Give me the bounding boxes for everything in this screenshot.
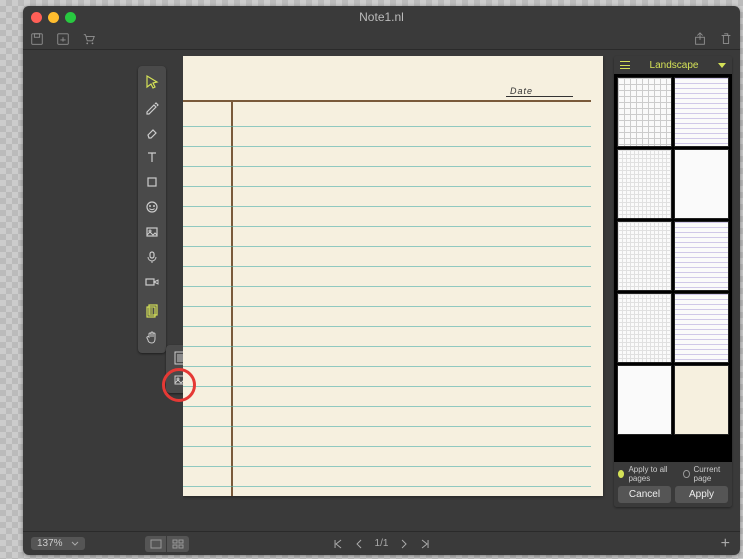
template-thumb[interactable] <box>675 78 728 146</box>
app-window: Note1.nl <box>23 6 740 555</box>
shape-tool[interactable] <box>140 170 164 194</box>
template-panel-footer: Apply to all pages Current page Cancel A… <box>614 462 732 507</box>
template-thumb[interactable] <box>618 366 671 434</box>
radio-apply-all-label: Apply to all pages <box>628 465 675 483</box>
hand-tool[interactable] <box>140 325 164 349</box>
text-tool[interactable] <box>140 145 164 169</box>
prev-page-button[interactable] <box>355 539 363 549</box>
template-thumb[interactable] <box>675 222 728 290</box>
apply-scope: Apply to all pages Current page <box>618 465 728 483</box>
cart-icon[interactable] <box>81 31 97 47</box>
first-page-button[interactable] <box>333 539 343 549</box>
template-panel-header[interactable]: Landscape <box>614 56 732 74</box>
toolbar-left <box>29 31 97 47</box>
window-controls <box>31 12 76 23</box>
close-window-button[interactable] <box>31 12 42 23</box>
tool-palette <box>138 66 166 353</box>
template-thumb[interactable] <box>675 366 728 434</box>
template-thumb[interactable] <box>618 222 671 290</box>
apply-button[interactable]: Apply <box>675 486 728 503</box>
template-tool[interactable] <box>140 300 164 324</box>
template-panel: Landscape Apply to all pages <box>614 56 732 507</box>
video-tool[interactable] <box>140 270 164 294</box>
page-header-rule <box>183 100 591 102</box>
main-area: Date Landscape <box>23 50 740 531</box>
save-icon[interactable] <box>29 31 45 47</box>
pager: 1/1 <box>333 538 431 549</box>
grid-view-button[interactable] <box>167 536 189 552</box>
menu-icon[interactable] <box>620 61 630 69</box>
pen-tool[interactable] <box>140 95 164 119</box>
next-page-button[interactable] <box>400 539 408 549</box>
minimize-window-button[interactable] <box>48 12 59 23</box>
page-lines <box>183 126 591 496</box>
eraser-tool[interactable] <box>140 120 164 144</box>
canvas[interactable]: Date <box>183 56 610 507</box>
toolbar <box>23 28 740 50</box>
template-grid <box>614 74 732 462</box>
zoom-value: 137% <box>37 538 63 549</box>
page-indicator: 1/1 <box>375 538 389 549</box>
chevron-down-icon <box>71 540 79 548</box>
note-page[interactable]: Date <box>183 56 603 496</box>
view-mode-buttons <box>145 536 189 552</box>
titlebar: Note1.nl <box>23 6 740 28</box>
template-thumb[interactable] <box>618 294 671 362</box>
date-label: Date <box>506 86 573 97</box>
select-tool[interactable] <box>140 70 164 94</box>
template-thumb[interactable] <box>618 78 671 146</box>
single-page-view-button[interactable] <box>145 536 167 552</box>
save-as-icon[interactable] <box>55 31 71 47</box>
dropdown-icon[interactable] <box>718 63 726 68</box>
toolbar-right <box>692 31 734 47</box>
bottom-bar: 137% 1/1 + <box>23 531 740 555</box>
window-title: Note1.nl <box>23 10 740 24</box>
template-thumb[interactable] <box>675 294 728 362</box>
zoom-window-button[interactable] <box>65 12 76 23</box>
image-tool[interactable] <box>140 220 164 244</box>
template-thumb[interactable] <box>618 150 671 218</box>
radio-apply-all[interactable] <box>618 470 624 478</box>
trash-icon[interactable] <box>718 31 734 47</box>
cancel-button[interactable]: Cancel <box>618 486 671 503</box>
share-icon[interactable] <box>692 31 708 47</box>
last-page-button[interactable] <box>420 539 430 549</box>
template-thumb[interactable] <box>675 150 728 218</box>
radio-current-page-label: Current page <box>694 465 729 483</box>
radio-current-page[interactable] <box>683 470 689 478</box>
add-page-button[interactable]: + <box>721 535 730 553</box>
audio-tool[interactable] <box>140 245 164 269</box>
zoom-dropdown[interactable]: 137% <box>31 537 85 550</box>
orientation-label: Landscape <box>634 60 714 71</box>
emoji-tool[interactable] <box>140 195 164 219</box>
